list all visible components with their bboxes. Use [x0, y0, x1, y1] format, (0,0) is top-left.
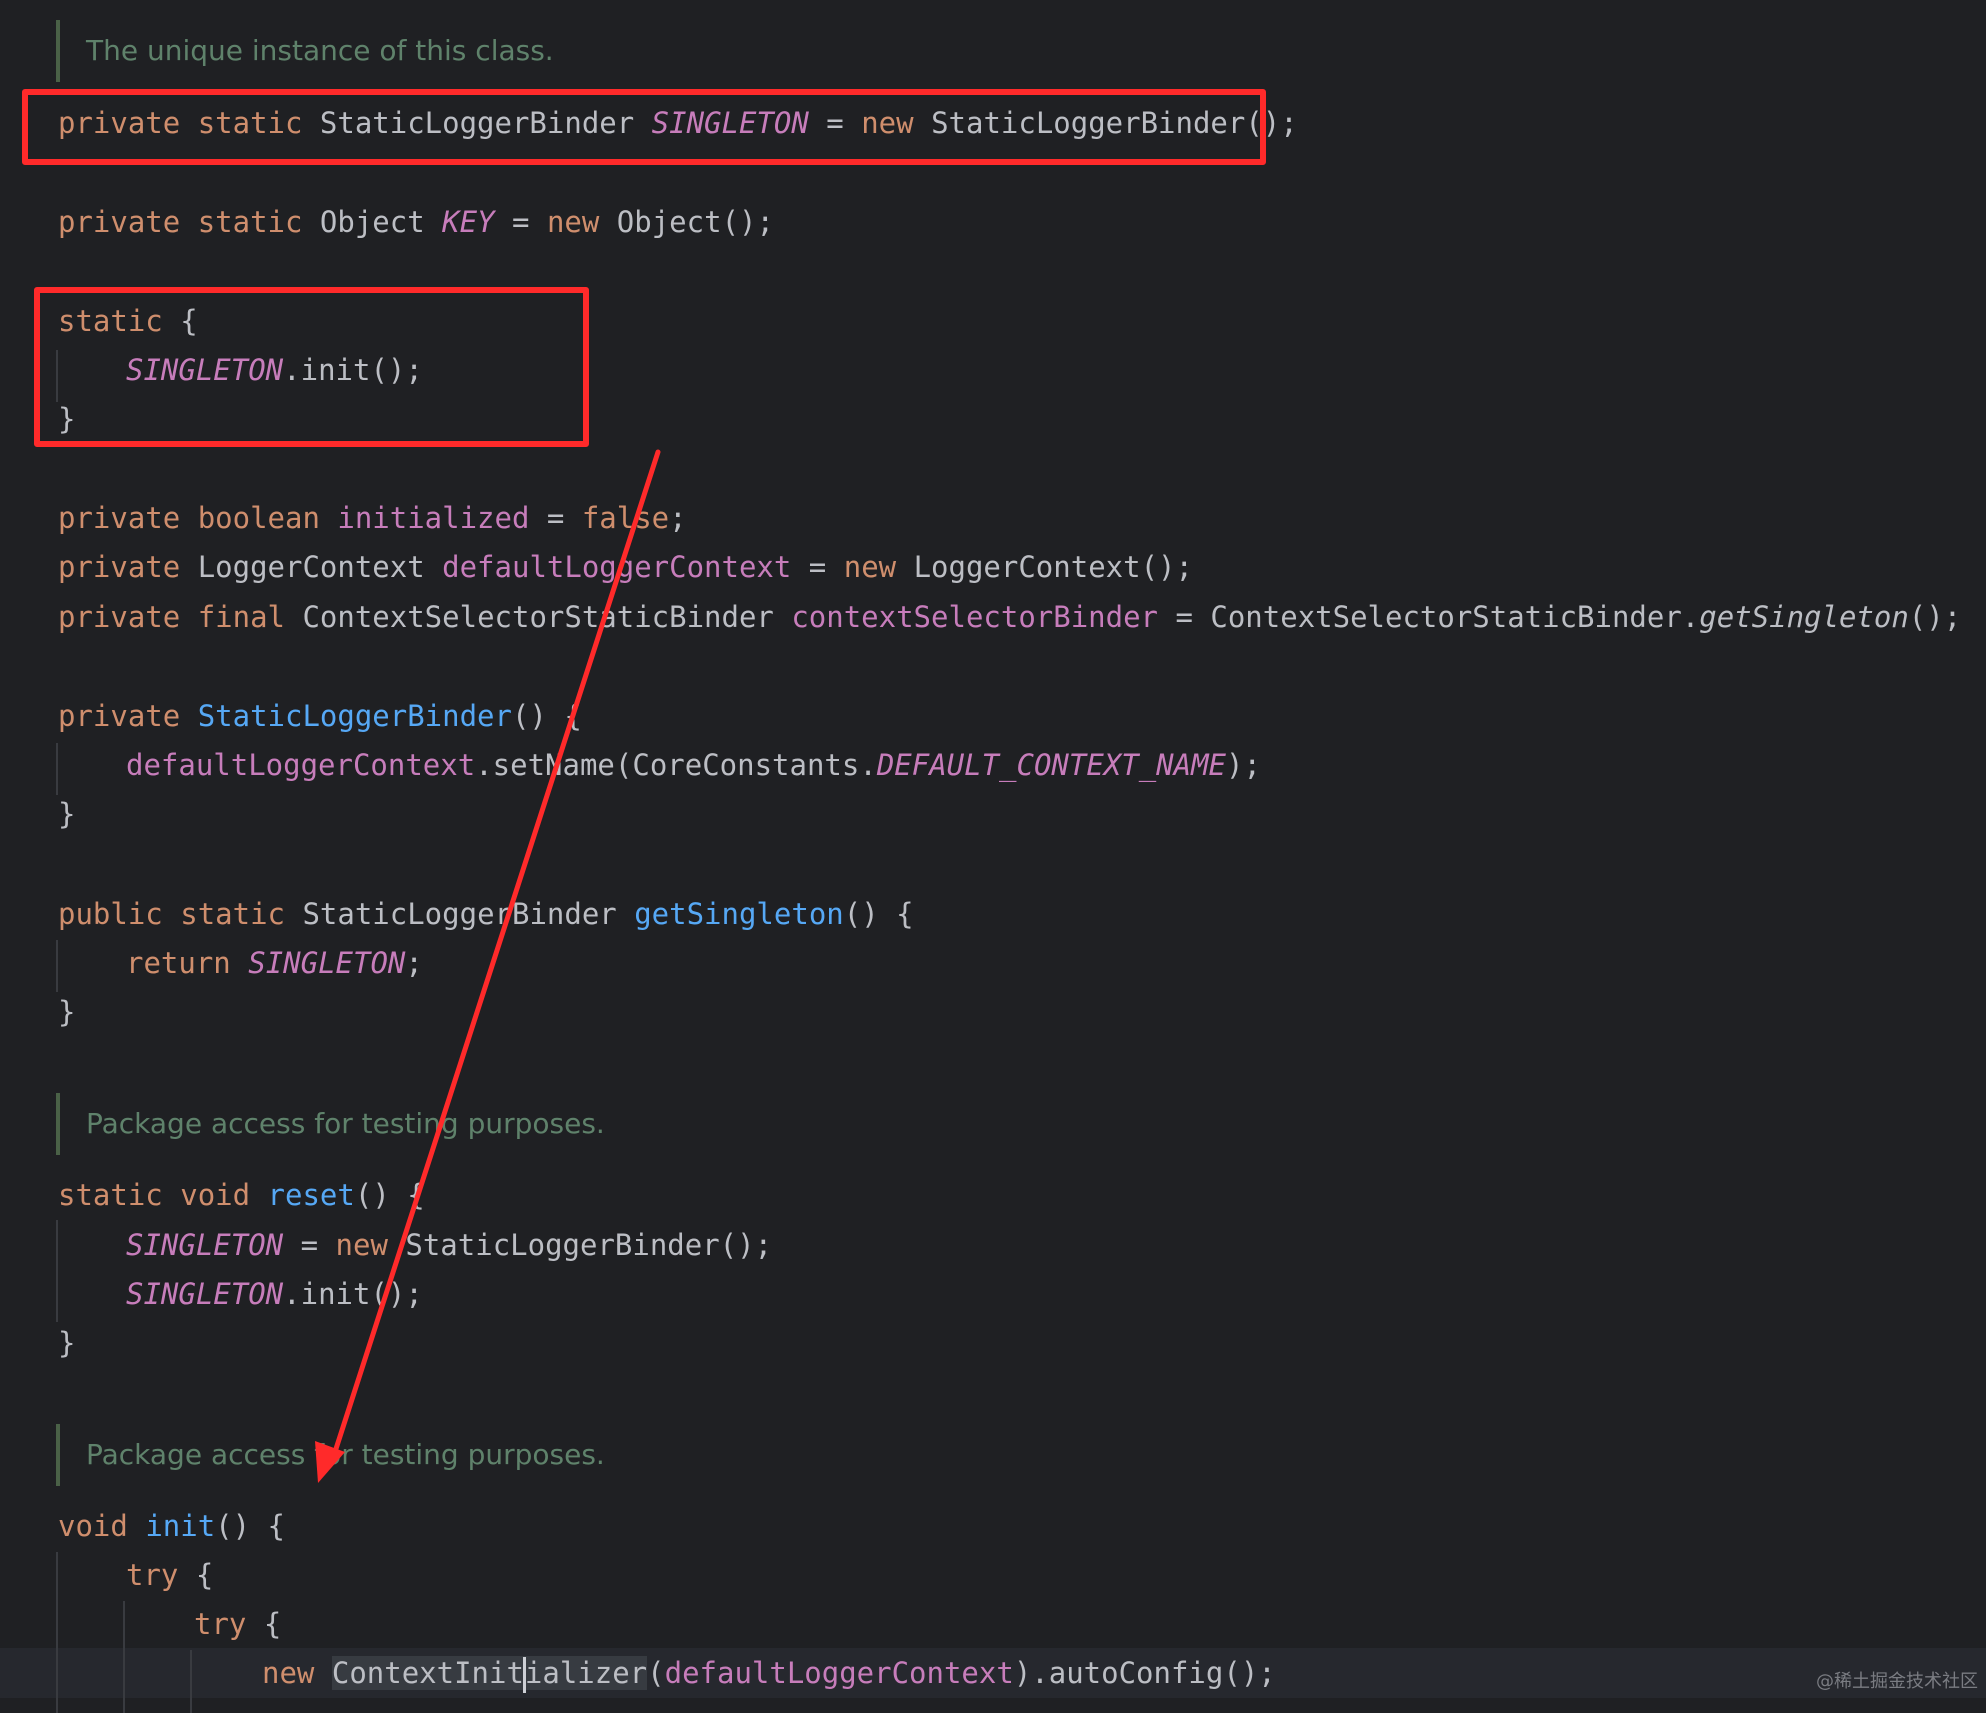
annotation-box-static-block: [34, 287, 589, 447]
doc-comment-text: Package access for testing purposes.: [86, 1107, 605, 1140]
annotation-box-singleton-field: [22, 89, 1266, 165]
code-line-get-singleton-decl: public static StaticLoggerBinder getSing…: [58, 897, 914, 931]
code-editor[interactable]: The unique instance of this class. priva…: [0, 0, 1986, 1713]
indent-guide: [190, 1650, 192, 1713]
indent-guide: [56, 940, 58, 992]
doc-comment: Package access for testing purposes.: [56, 1424, 605, 1486]
doc-comment-text: Package access for testing purposes.: [86, 1438, 605, 1471]
code-line-initialized-field: private boolean initialized = false;: [58, 501, 687, 535]
code-line-auto-config: new ContextInitializer(defaultLoggerCont…: [262, 1649, 1276, 1697]
code-line-context-selector-binder-field: private final ContextSelectorStaticBinde…: [58, 600, 1962, 634]
watermark: @稀土掘金技术社区: [1816, 1671, 1978, 1692]
code-line-reset-assign: SINGLETON = new StaticLoggerBinder();: [126, 1228, 773, 1262]
code-line-get-singleton-close: }: [58, 995, 76, 1029]
code-line-try-outer: try {: [126, 1558, 214, 1592]
doc-comment: The unique instance of this class.: [56, 20, 554, 82]
doc-comment: Package access for testing purposes.: [56, 1093, 605, 1155]
code-line-return-singleton: return SINGLETON;: [126, 946, 423, 980]
highlighted-identifier: ContextInitializer: [331, 1656, 648, 1693]
code-line-set-name: defaultLoggerContext.setName(CoreConstan…: [126, 748, 1261, 782]
code-line-reset-init: SINGLETON.init();: [126, 1277, 423, 1311]
indent-guide: [56, 1552, 58, 1713]
doc-comment-text: The unique instance of this class.: [86, 34, 554, 67]
code-line-constructor-close: }: [58, 797, 76, 831]
indent-guide: [56, 743, 58, 795]
code-line-init-decl: void init() {: [58, 1509, 286, 1543]
code-line-try-inner: try {: [194, 1607, 282, 1641]
code-line-reset-close: }: [58, 1326, 76, 1360]
code-line-key-field: private static Object KEY = new Object()…: [58, 205, 774, 239]
indent-guide: [123, 1601, 125, 1713]
code-line-constructor-decl: private StaticLoggerBinder() {: [58, 699, 582, 733]
code-line-reset-decl: static void reset() {: [58, 1178, 425, 1212]
code-line-default-logger-context-field: private LoggerContext defaultLoggerConte…: [58, 550, 1193, 584]
indent-guide: [56, 1220, 58, 1322]
